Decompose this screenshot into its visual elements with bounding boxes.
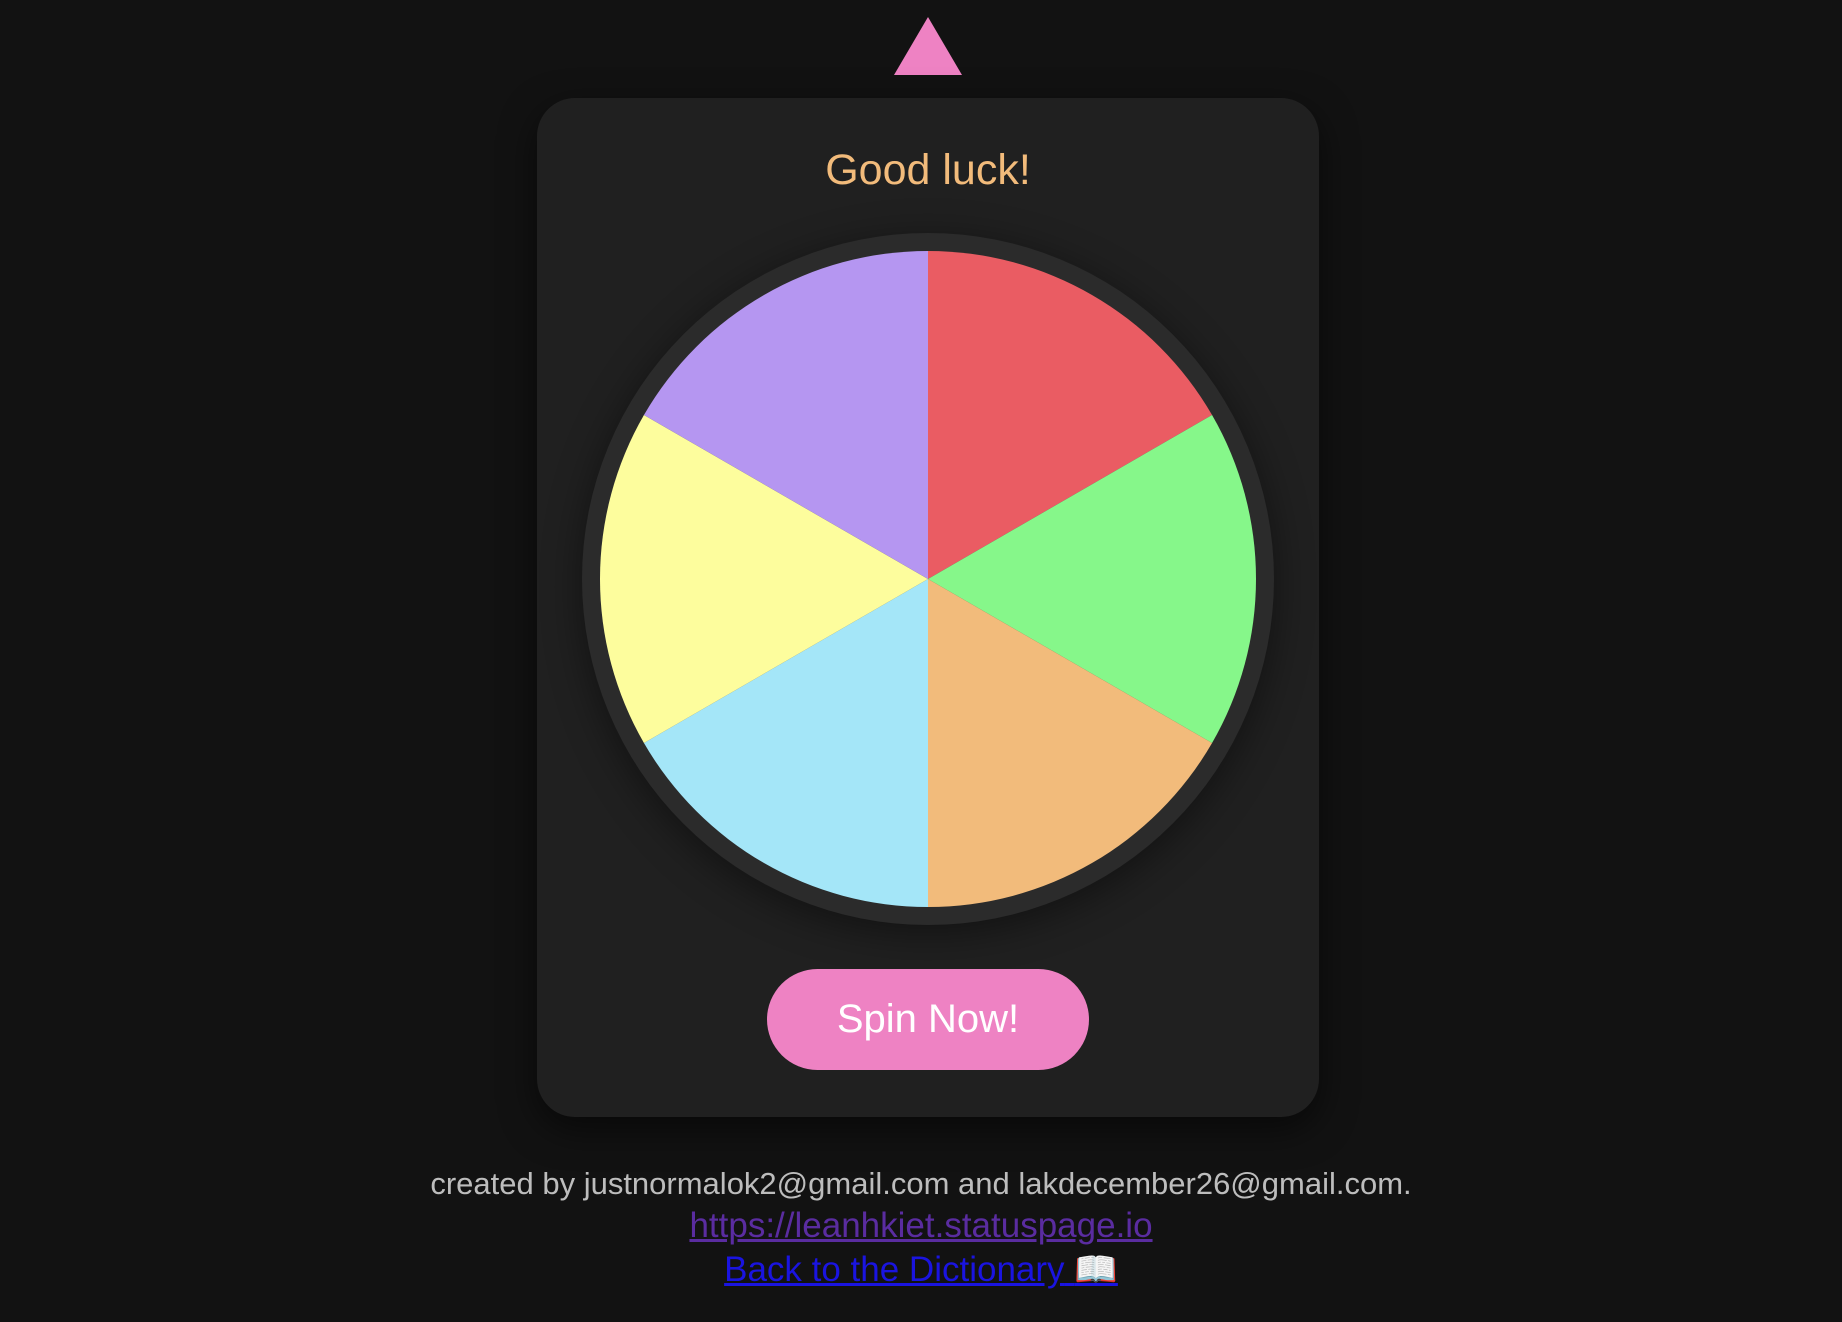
- credit-text: created by justnormalok2@gmail.com and l…: [430, 1166, 1412, 1201]
- pointer-shape: [894, 17, 962, 75]
- wheel-card: Good luck! Spin Now!: [537, 98, 1319, 1117]
- status-page-link[interactable]: https://leanhkiet.statuspage.io: [0, 1204, 1842, 1248]
- prize-wheel: [582, 233, 1274, 925]
- back-to-dictionary-link[interactable]: Back to the Dictionary 📖: [0, 1248, 1842, 1292]
- triangle-pointer-icon: [894, 17, 962, 75]
- page: Good luck! Spin Now! created by justnorm…: [0, 0, 1842, 1322]
- footer: created by justnormalok2@gmail.com and l…: [0, 1164, 1842, 1292]
- spin-now-button[interactable]: Spin Now!: [767, 969, 1089, 1070]
- dictionary-link-label: Back to the Dictionary: [724, 1250, 1065, 1289]
- book-icon: 📖: [1074, 1250, 1118, 1290]
- page-title: Good luck!: [825, 146, 1031, 194]
- wheel-segments: [600, 251, 1256, 907]
